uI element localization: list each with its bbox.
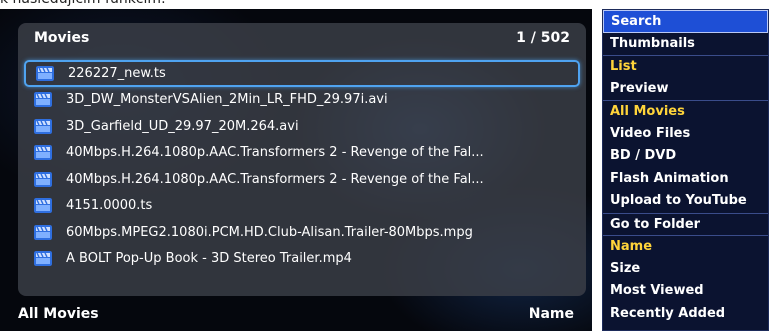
panel-header: Movies 1 / 502: [18, 23, 586, 55]
file-list-panel: Movies 1 / 502 226227_new.ts 3D_DW_Monste…: [18, 23, 586, 296]
file-row[interactable]: 3D_DW_MonsterVSAlien_2Min_LR_FHD_29.97i.…: [24, 87, 580, 114]
file-name: 3D_Garfield_UD_29.97_20M.264.avi: [66, 118, 299, 134]
file-row[interactable]: 40Mbps.H.264.1080p.AAC.Transformers 2 - …: [24, 166, 580, 193]
menu-item-most-viewed[interactable]: Most Viewed: [603, 280, 768, 303]
movie-clapper-icon: [34, 118, 52, 134]
menu-item-search[interactable]: Search: [603, 10, 768, 33]
menu-item-bd-dvd[interactable]: BD / DVD: [603, 145, 768, 168]
movie-clapper-icon: [34, 145, 52, 161]
menu-item-go-to-folder[interactable]: Go to Folder: [603, 212, 768, 236]
menu-item-video-files[interactable]: Video Files: [603, 123, 768, 146]
movie-clapper-icon: [36, 65, 54, 81]
options-menu: Search Thumbnails List Preview All Movies Vid…: [602, 9, 769, 331]
footer-sort: Name: [528, 306, 574, 322]
menu-item-all-movies[interactable]: All Movies: [603, 100, 768, 123]
file-name: 3D_DW_MonsterVSAlien_2Min_LR_FHD_29.97i.…: [66, 92, 388, 108]
panel-title: Movies: [34, 30, 90, 46]
menu-item-upload-to-youtube[interactable]: Upload to YouTube: [603, 190, 768, 213]
menu-item-thumbnails[interactable]: Thumbnails: [603, 33, 768, 56]
movie-clapper-icon: [34, 251, 52, 267]
file-name: A BOLT Pop-Up Book - 3D Stereo Trailer.m…: [66, 251, 352, 267]
page-caption: k nasledujícím funkcím:: [0, 0, 166, 9]
file-row[interactable]: 226227_new.ts: [24, 60, 580, 87]
file-row[interactable]: 4151.0000.ts: [24, 193, 580, 220]
movie-clapper-icon: [34, 171, 52, 187]
media-browser: Movies 1 / 502 226227_new.ts 3D_DW_Monste…: [0, 9, 592, 331]
file-row[interactable]: A BOLT Pop-Up Book - 3D Stereo Trailer.m…: [24, 246, 580, 273]
file-row[interactable]: 3D_Garfield_UD_29.97_20M.264.avi: [24, 113, 580, 140]
movie-clapper-icon: [34, 198, 52, 214]
movie-clapper-icon: [34, 224, 52, 240]
movie-clapper-icon: [34, 92, 52, 108]
menu-item-recently-added[interactable]: Recently Added: [603, 303, 768, 326]
item-counter: 1 / 502: [516, 30, 570, 46]
file-row[interactable]: 60Mbps.MPEG2.1080i.PCM.HD.Club-Alisan.Tr…: [24, 219, 580, 246]
file-row[interactable]: 40Mbps.H.264.1080p.AAC.Transformers 2 - …: [24, 140, 580, 167]
file-name: 4151.0000.ts: [66, 198, 153, 214]
menu-item-list[interactable]: List: [603, 55, 768, 78]
file-name: 40Mbps.H.264.1080p.AAC.Transformers 2 - …: [66, 171, 484, 187]
menu-item-size[interactable]: Size: [603, 258, 768, 281]
menu-item-preview[interactable]: Preview: [603, 78, 768, 101]
footer-category: All Movies: [18, 306, 99, 322]
file-name: 40Mbps.H.264.1080p.AAC.Transformers 2 - …: [66, 145, 484, 161]
file-name: 226227_new.ts: [68, 65, 166, 81]
menu-item-flash-animation[interactable]: Flash Animation: [603, 168, 768, 191]
file-list: 226227_new.ts 3D_DW_MonsterVSAlien_2Min_L…: [24, 60, 580, 272]
file-name: 60Mbps.MPEG2.1080i.PCM.HD.Club-Alisan.Tr…: [66, 224, 473, 240]
menu-item-name[interactable]: Name: [603, 235, 768, 258]
